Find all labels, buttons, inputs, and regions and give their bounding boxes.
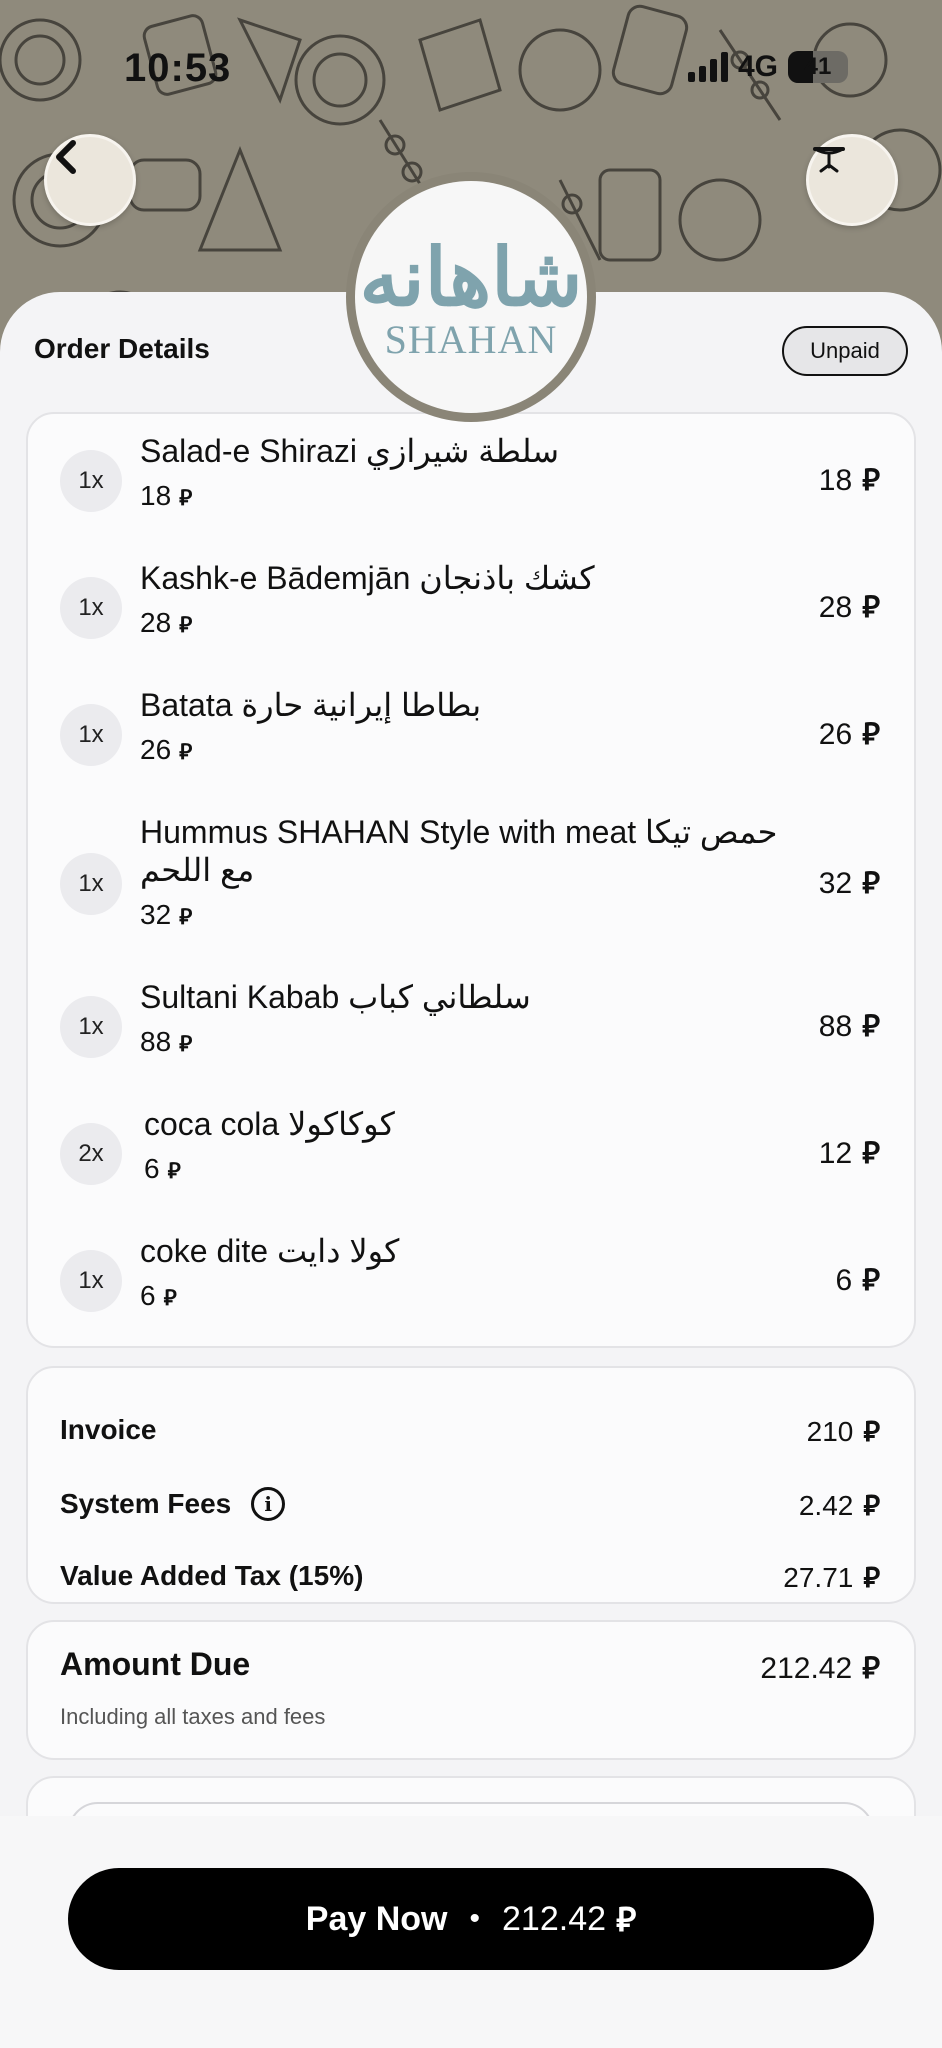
riyal-icon: ⃁ (179, 739, 193, 764)
riyal-icon: ⃁ (179, 485, 193, 510)
item-total: 6 ⃁ (835, 1264, 880, 1297)
logo-text: SHAHAN (384, 316, 558, 362)
item-unit-price: 32 ⃁ (140, 899, 193, 930)
status-bar: 10:53 4G 41 (0, 40, 942, 100)
riyal-icon: ⃁ (616, 1901, 637, 1939)
riyal-icon: ⃁ (862, 591, 880, 624)
item-total: 88 ⃁ (818, 1010, 880, 1043)
status-indicators: 4G 41 (687, 50, 848, 84)
riyal-icon: ⃁ (863, 1489, 880, 1521)
vat-value: 27.71 ⃁ (783, 1561, 880, 1593)
invoice-label: Invoice (60, 1414, 157, 1445)
riyal-icon: ⃁ (179, 1031, 193, 1056)
battery-icon: 41 (788, 51, 848, 83)
item-name: Salad-e Shirazi سلطة شيرازي (140, 433, 560, 469)
riyal-icon: ⃁ (862, 464, 880, 497)
order-items-card: 1x Salad-e Shirazi سلطة شيرازي 18 ⃁ 18 ⃁ 1… (26, 412, 916, 1348)
system-fees-row: System Fees i 2.42 ⃁ (60, 1484, 880, 1524)
item-total: 32 ⃁ (818, 867, 880, 900)
amount-due-card: Amount Due Including all taxes and fees … (26, 1620, 916, 1760)
riyal-icon: ⃁ (863, 1415, 880, 1447)
item-unit-price: 6 ⃁ (144, 1153, 181, 1184)
item-total: 18 ⃁ (818, 464, 880, 497)
item-name: coca cola كوكاكولا (144, 1106, 395, 1142)
order-details-title: Order Details (34, 333, 210, 364)
riyal-icon: ⃁ (862, 1137, 880, 1170)
pay-separator: • (469, 1902, 481, 1935)
item-unit-price: 6 ⃁ (140, 1280, 177, 1311)
battery-level: 41 (804, 53, 832, 80)
logo-arabic-text: شاهانه (359, 229, 583, 324)
bottom-bar: Pay Now • 212.42 ⃁ (0, 1816, 942, 2048)
riyal-icon: ⃁ (862, 1264, 880, 1297)
item-quantity: 1x (60, 704, 122, 766)
item-quantity: 1x (60, 1250, 122, 1312)
invoice-value: 210 ⃁ (806, 1415, 880, 1447)
amount-due-subtitle: Including all taxes and fees (60, 1704, 326, 1729)
item-quantity: 1x (60, 996, 122, 1058)
chevron-left-icon (56, 140, 76, 174)
item-name: Kashk-e Bādemjān كشك باذنجان (140, 560, 595, 596)
restaurant-logo: شاهانه SHAHAN (346, 172, 596, 422)
item-quantity: 2x (60, 1123, 122, 1185)
item-unit-price: 26 ⃁ (140, 734, 193, 765)
pay-now-label: Pay Now (305, 1899, 448, 1938)
item-quantity: 1x (60, 450, 122, 512)
item-quantity: 1x (60, 577, 122, 639)
item-total: 12 ⃁ (818, 1137, 880, 1170)
logo-inner: شاهانه SHAHAN (355, 181, 587, 413)
pay-amount: 212.42 (502, 1899, 607, 1938)
riyal-icon: ⃁ (167, 1158, 181, 1183)
item-name: Batata بطاطا إيرانية حارة (140, 687, 482, 723)
riyal-icon: ⃁ (862, 1010, 880, 1043)
item-total: 28 ⃁ (818, 591, 880, 624)
pay-now-button[interactable]: Pay Now • 212.42 ⃁ (68, 1868, 874, 1970)
item-unit-price: 28 ⃁ (140, 607, 193, 638)
item-quantity: 1x (60, 853, 122, 915)
item-unit-price: 88 ⃁ (140, 1026, 193, 1057)
signal-icon (687, 52, 728, 82)
system-fees-value: 2.42 ⃁ (798, 1489, 880, 1521)
system-fees-label: System Fees (60, 1488, 232, 1519)
table-icon (813, 147, 845, 173)
riyal-icon: ⃁ (179, 612, 193, 637)
riyal-icon: ⃁ (179, 904, 193, 929)
system-fees-label-group: System Fees i (60, 1487, 286, 1521)
info-icon[interactable]: i (251, 1487, 286, 1521)
item-name: coke dite كولا دايت (140, 1233, 400, 1269)
vat-row: Value Added Tax (15%) 27.71 ⃁ (60, 1556, 880, 1596)
amount-due-label: Amount Due (60, 1646, 251, 1682)
riyal-icon: ⃁ (862, 867, 880, 900)
network-type: 4G (737, 50, 778, 83)
item-total: 26 ⃁ (818, 718, 880, 751)
amount-due-value: 212.42 ⃁ (760, 1652, 880, 1685)
table-button[interactable] (806, 134, 898, 226)
payment-status-badge: Unpaid (782, 326, 908, 376)
riyal-icon: ⃁ (163, 1285, 177, 1310)
back-button[interactable] (44, 134, 136, 226)
riyal-icon: ⃁ (863, 1561, 880, 1593)
item-name: Hummus SHAHAN Style with meat حمص تيكا م… (140, 814, 778, 888)
status-time: 10:53 (124, 46, 232, 90)
vat-label: Value Added Tax (15%) (60, 1560, 364, 1591)
invoice-row: Invoice 210 ⃁ (60, 1410, 880, 1450)
riyal-icon: ⃁ (862, 1652, 880, 1685)
riyal-icon: ⃁ (862, 718, 880, 751)
item-name: Sultani Kabab سلطاني كباب (140, 979, 531, 1015)
invoice-summary-card: Invoice 210 ⃁ System Fees i 2.42 ⃁ Value A… (26, 1366, 916, 1604)
item-unit-price: 18 ⃁ (140, 480, 193, 511)
